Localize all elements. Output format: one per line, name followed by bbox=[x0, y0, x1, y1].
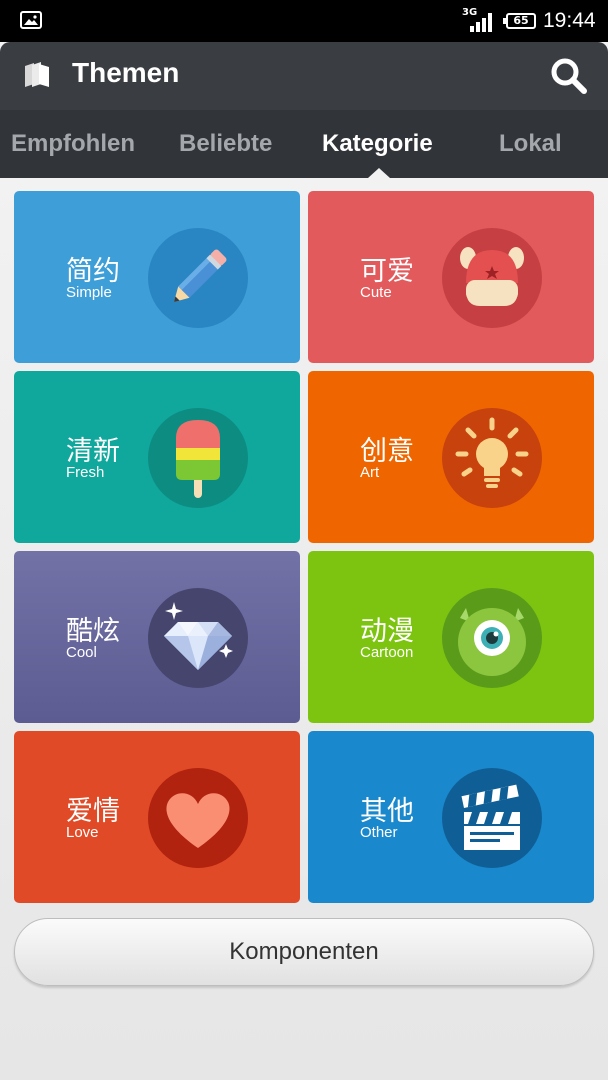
category-subtitle: Simple bbox=[66, 284, 112, 301]
category-title: 简约 bbox=[66, 256, 120, 287]
category-title: 其他 bbox=[360, 796, 414, 827]
page-title: Themen bbox=[72, 57, 180, 88]
title-bar: Themen bbox=[0, 42, 608, 110]
category-subtitle: Love bbox=[66, 824, 99, 841]
category-love[interactable]: 爱情 Love bbox=[14, 731, 300, 903]
tab-empfohlen[interactable]: Empfohlen bbox=[11, 130, 135, 158]
category-cartoon[interactable]: 动漫 Cartoon bbox=[308, 551, 594, 723]
themes-app-icon[interactable] bbox=[22, 60, 52, 90]
components-button[interactable]: Komponenten bbox=[14, 918, 594, 986]
tab-beliebte[interactable]: Beliebte bbox=[179, 130, 272, 158]
pencil-icon bbox=[148, 228, 248, 328]
category-title: 爱情 bbox=[66, 796, 120, 827]
popsicle-icon bbox=[148, 408, 248, 508]
search-button[interactable] bbox=[549, 56, 589, 96]
heart-icon bbox=[148, 768, 248, 868]
category-title: 创意 bbox=[360, 436, 414, 467]
category-cute[interactable]: 可爱 Cute bbox=[308, 191, 594, 363]
category-title: 可爱 bbox=[360, 256, 414, 287]
category-simple[interactable]: 简约 Simple bbox=[14, 191, 300, 363]
tab-kategorie[interactable]: Kategorie bbox=[322, 130, 433, 158]
category-subtitle: Cartoon bbox=[360, 644, 414, 661]
category-other[interactable]: 其他 Other bbox=[308, 731, 594, 903]
category-title: 动漫 bbox=[360, 616, 414, 647]
search-icon bbox=[551, 58, 587, 94]
tab-bar: Empfohlen Beliebte Kategorie Lokal bbox=[0, 110, 608, 178]
active-tab-indicator bbox=[368, 168, 390, 178]
category-title: 清新 bbox=[66, 436, 120, 467]
category-subtitle: Art bbox=[360, 464, 380, 481]
tab-lokal[interactable]: Lokal bbox=[499, 130, 562, 158]
cute-face-icon bbox=[442, 228, 542, 328]
status-bar: 3G 65 19:44 bbox=[0, 0, 608, 42]
category-cool[interactable]: 酷炫 Cool bbox=[14, 551, 300, 723]
eyeball-monster-icon bbox=[442, 588, 542, 688]
category-subtitle: Fresh bbox=[66, 464, 105, 481]
clock: 19:44 bbox=[543, 9, 596, 32]
category-title: 酷炫 bbox=[66, 616, 120, 647]
gallery-notification-icon bbox=[20, 11, 42, 29]
diamond-icon bbox=[148, 588, 248, 688]
signal-icon bbox=[470, 13, 492, 32]
battery-icon: 65 bbox=[503, 13, 536, 29]
category-art[interactable]: 创意 Art bbox=[308, 371, 594, 543]
category-fresh[interactable]: 清新 Fresh bbox=[14, 371, 300, 543]
category-subtitle: Cute bbox=[360, 284, 392, 301]
category-subtitle: Cool bbox=[66, 644, 97, 661]
lightbulb-icon bbox=[442, 408, 542, 508]
clapperboard-icon bbox=[442, 768, 542, 868]
category-subtitle: Other bbox=[360, 824, 398, 841]
